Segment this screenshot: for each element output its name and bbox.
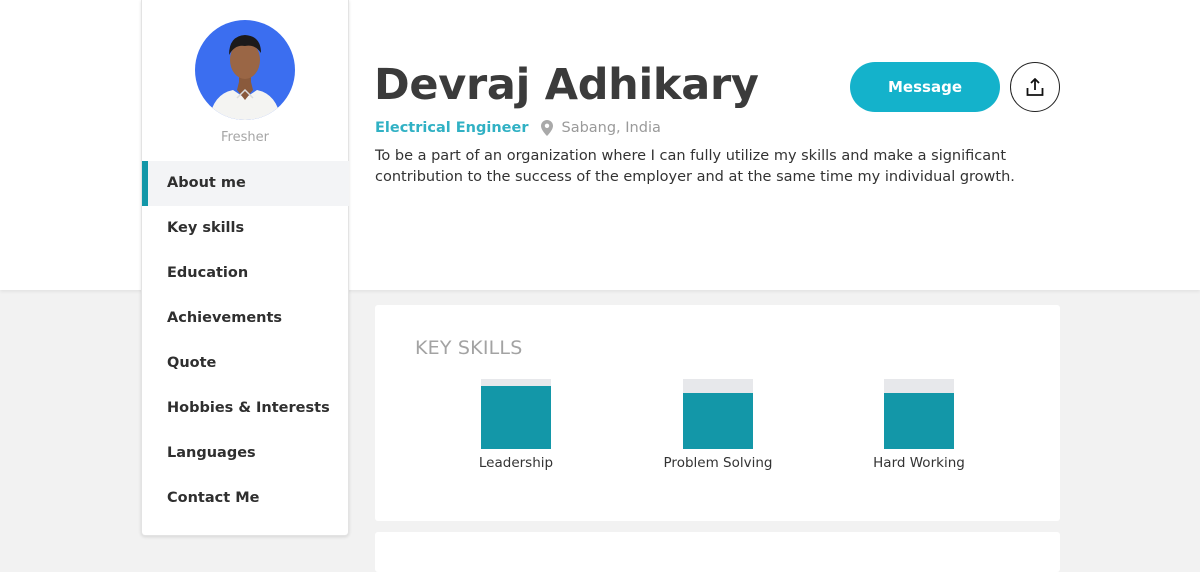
sidebar-item-about-me[interactable]: About me: [142, 161, 349, 206]
avatar: [195, 20, 295, 120]
skill-bar-track: [683, 379, 753, 449]
skill-label: Problem Solving: [663, 455, 773, 471]
sidebar-item-education[interactable]: Education: [142, 251, 349, 296]
skill-item: Hard Working: [839, 379, 999, 471]
message-button[interactable]: Message: [850, 62, 1000, 112]
skill-label: Hard Working: [873, 455, 965, 471]
profile-summary: To be a part of an organization where I …: [375, 148, 1015, 185]
sidebar-item-achievements[interactable]: Achievements: [142, 296, 349, 341]
skill-bar-track: [481, 379, 551, 449]
location-pin-icon: [541, 120, 554, 136]
skill-label: Leadership: [478, 455, 554, 471]
profile-meta: Electrical Engineer Sabang, India: [375, 120, 661, 136]
profile-name: Devraj Adhikary: [374, 60, 759, 110]
sidebar-item-languages[interactable]: Languages: [142, 431, 349, 476]
location-text: Sabang, India: [561, 120, 661, 136]
skill-bar-track: [884, 379, 954, 449]
job-title: Electrical Engineer: [375, 120, 529, 136]
key-skills-card: KEY SKILLS Leadership Problem Solving Ha…: [375, 305, 1060, 521]
next-section-card: [375, 532, 1060, 572]
experience-level: Fresher: [221, 130, 269, 145]
avatar-image: [195, 20, 295, 120]
key-skills-heading: KEY SKILLS: [415, 337, 523, 359]
share-upload-icon: [1025, 77, 1045, 97]
skill-bar-fill: [481, 386, 551, 449]
skill-bar-fill: [683, 393, 753, 449]
sidebar-nav: About me Key skills Education Achievemen…: [142, 161, 349, 521]
sidebar-item-hobbies[interactable]: Hobbies & Interests: [142, 386, 349, 431]
share-button[interactable]: [1010, 62, 1060, 112]
skill-item: Problem Solving: [638, 379, 798, 471]
sidebar: Fresher About me Key skills Education Ac…: [141, 0, 349, 536]
sidebar-item-key-skills[interactable]: Key skills: [142, 206, 349, 251]
skill-item: Leadership: [436, 379, 596, 471]
sidebar-item-contact[interactable]: Contact Me: [142, 476, 349, 521]
sidebar-item-quote[interactable]: Quote: [142, 341, 349, 386]
skill-bar-fill: [884, 393, 954, 449]
